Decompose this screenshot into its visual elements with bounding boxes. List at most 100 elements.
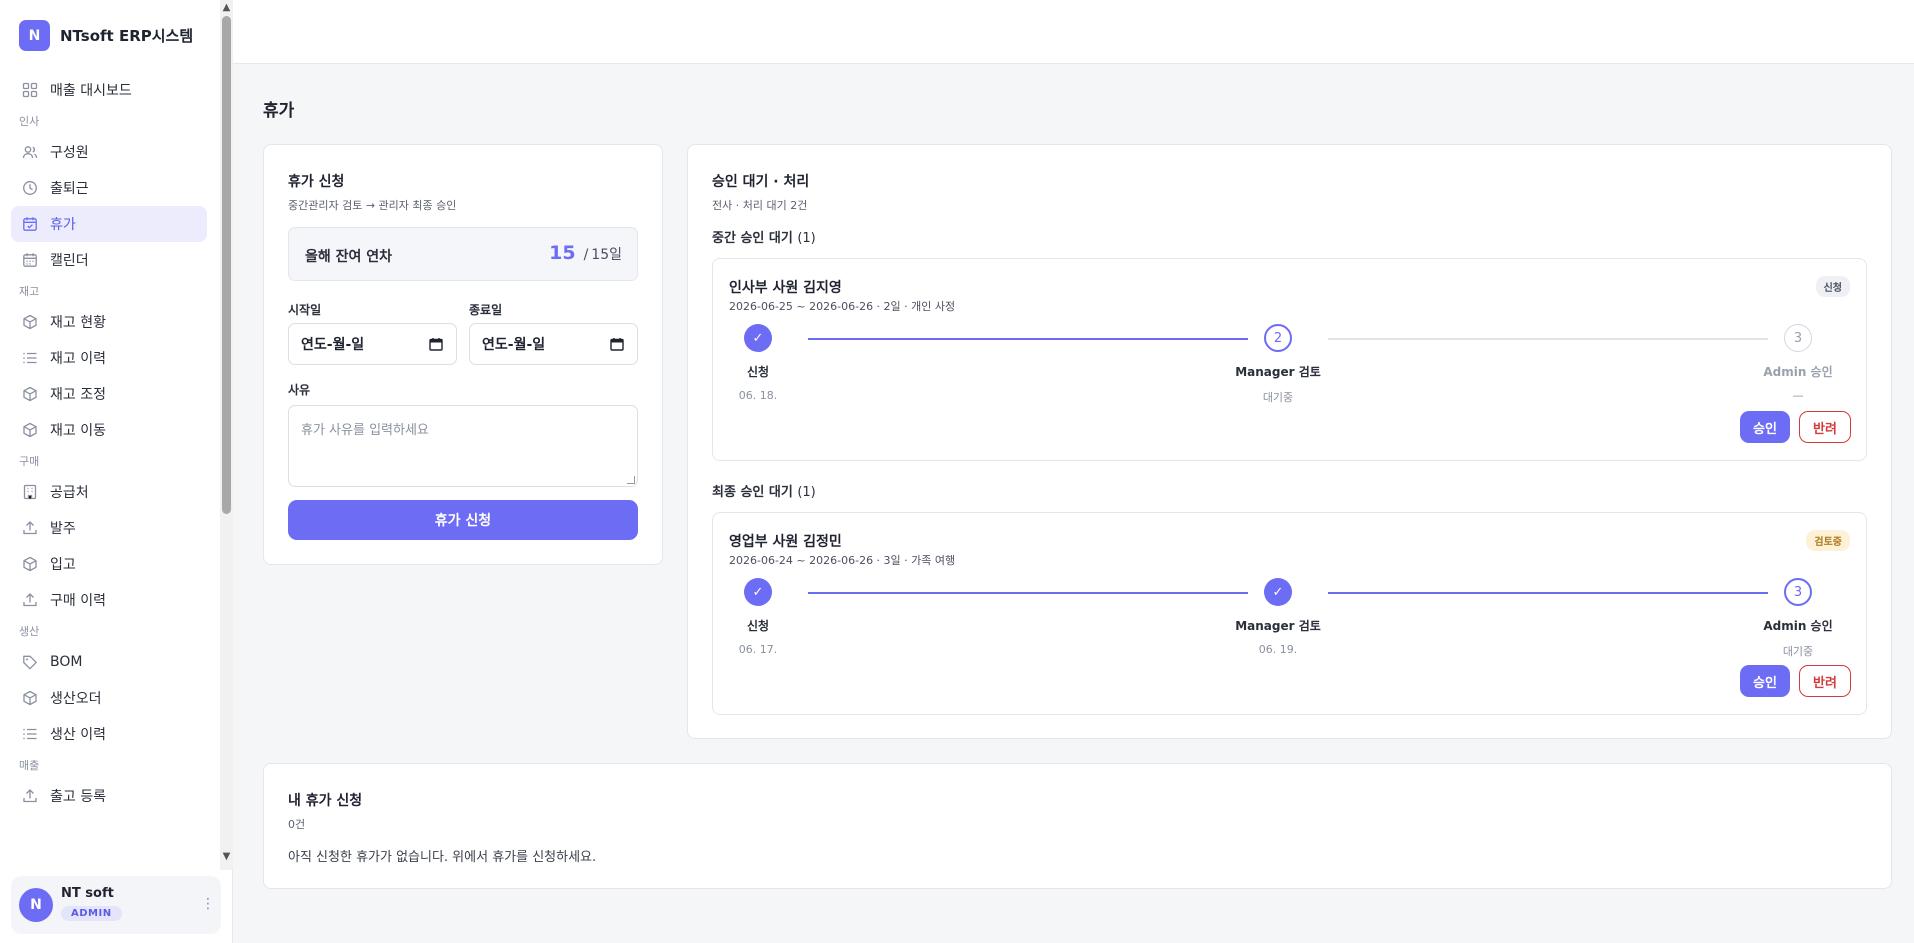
request-title: 영업부 사원 김정민 (729, 534, 842, 550)
approval-item: 영업부 사원 김정민 2026-06-24 ~ 2026-06-26 · 3일 ·… (712, 512, 1867, 715)
balance-number: 15 / 15일 (549, 242, 622, 264)
sidebar-item[interactable]: 구성원 (11, 134, 207, 170)
sidebar-item[interactable]: 생산 이력 (11, 716, 207, 752)
sidebar-item[interactable]: 공급처 (11, 474, 207, 510)
sidebar-item-label: BOM (50, 654, 83, 670)
calendar-check-icon (22, 216, 38, 232)
brand[interactable]: N NTsoft ERP시스템 (19, 20, 193, 51)
balance-label: 올해 잔여 연차 (305, 249, 393, 265)
leave-request-card: 휴가 신청 중간관리자 검토 → 관리자 최종 승인 올해 잔여 연차 15 /… (263, 144, 663, 565)
sidebar-item-label: 휴가 (50, 217, 76, 233)
approve-button[interactable]: 승인 (1740, 665, 1790, 697)
mid-approval-label: 중간 승인 대기 (712, 231, 793, 246)
empty-state-text: 아직 신청한 휴가가 없습니다. 위에서 휴가를 신청하세요. (288, 850, 597, 865)
request-title: 인사부 사원 김지영 (729, 280, 842, 296)
more-vertical-icon[interactable]: ⋮ (201, 896, 215, 912)
sidebar-item[interactable]: 구매 이력 (11, 582, 207, 618)
box-icon (22, 386, 38, 402)
reject-button[interactable]: 반려 (1799, 665, 1851, 697)
sidebar-item-label: 재고 이동 (50, 423, 106, 439)
user-name: NT soft (61, 886, 114, 901)
sidebar-section-label: 인사 (19, 115, 40, 128)
end-date-value: 연도-월-일 (482, 337, 546, 353)
calendar-picker-icon[interactable] (610, 337, 624, 351)
step-date: 대기중 (1782, 645, 1814, 658)
sidebar-scrollbar-thumb[interactable] (222, 16, 231, 514)
approval-card: 승인 대기 · 처리 전사 · 처리 대기 2건 중간 승인 대기 (1) 인사… (687, 144, 1892, 739)
sidebar-section-label: 생산 (19, 625, 40, 638)
sidebar-item[interactable]: 생산오더 (11, 680, 207, 716)
start-date-value: 연도-월-일 (301, 337, 365, 353)
sidebar-item[interactable]: 입고 (11, 546, 207, 582)
sidebar-item-label: 생산오더 (50, 691, 102, 707)
users-icon (22, 144, 38, 160)
sidebar-item[interactable]: 출고 등록 (11, 778, 207, 814)
end-date-label: 종료일 (469, 303, 503, 317)
reason-label: 사유 (288, 383, 311, 397)
sidebar-item-label: 생산 이력 (50, 727, 106, 743)
sidebar-item[interactable]: 재고 현황 (11, 304, 207, 340)
sidebar-item[interactable]: 휴가 (11, 206, 207, 242)
upload-icon (22, 788, 38, 804)
box-icon (22, 556, 38, 572)
upload-icon (22, 520, 38, 536)
sidebar-item[interactable]: 캘린더 (11, 242, 207, 278)
approval-item: 인사부 사원 김지영 2026-06-25 ~ 2026-06-26 · 2일 ·… (712, 258, 1867, 461)
step-name: 신청 (746, 619, 770, 633)
end-date-input[interactable]: 연도-월-일 (469, 323, 638, 365)
reject-button[interactable]: 반려 (1799, 411, 1851, 443)
user-role-badge: ADMIN (61, 906, 122, 921)
leave-request-subtitle: 중간관리자 검토 → 관리자 최종 승인 (288, 199, 457, 212)
sidebar-scroll-area: N NTsoft ERP시스템 매출 대시보드 인사 구성원 출퇴근 휴가 캘린더 재고 재고… (0, 0, 220, 870)
approval-step: 3 Admin 승인 대기중 (1738, 578, 1858, 659)
approval-subtitle: 전사 · 처리 대기 2건 (712, 199, 808, 212)
progress-connector (808, 338, 1248, 340)
sidebar-section-label: 매출 (19, 759, 40, 772)
step-date: 대기중 (1262, 391, 1294, 404)
step-date: — (1792, 389, 1804, 402)
balance-separator: / (583, 247, 589, 263)
top-bar (233, 0, 1914, 64)
request-detail: 2026-06-24 ~ 2026-06-26 · 3일 · 가족 여행 (729, 554, 956, 567)
calendar-icon (22, 252, 38, 268)
box-icon (22, 314, 38, 330)
scroll-down-arrow-icon[interactable]: ▼ (221, 851, 232, 862)
sidebar-item[interactable]: BOM (11, 644, 207, 680)
sidebar-item-label: 출고 등록 (50, 789, 106, 805)
progress-connector (1328, 592, 1768, 594)
leave-balance: 올해 잔여 연차 15 / 15일 (288, 227, 638, 281)
step-name: Manager 검토 (1235, 365, 1321, 379)
step-number: 3 (1784, 578, 1812, 606)
balance-remaining: 15 (549, 242, 576, 264)
sidebar-item[interactable]: 재고 이력 (11, 340, 207, 376)
sidebar-item-label: 재고 이력 (50, 351, 106, 367)
step-date: 06. 18. (738, 389, 778, 402)
sidebar-item-label: 재고 조정 (50, 387, 106, 403)
approval-step: 3 Admin 승인 — (1738, 324, 1858, 402)
status-badge: 신청 (1815, 276, 1850, 297)
user-profile[interactable]: N NT soft ADMIN ⋮ (11, 876, 221, 934)
start-date-label: 시작일 (288, 303, 322, 317)
calendar-picker-icon[interactable] (429, 337, 443, 351)
brand-name: NTsoft ERP시스템 (60, 27, 194, 45)
step-date: 06. 17. (738, 643, 778, 656)
my-leave-title: 내 휴가 신청 (288, 793, 363, 809)
step-name: Admin 승인 (1763, 365, 1833, 379)
resize-handle-icon[interactable] (627, 476, 635, 484)
submit-leave-button[interactable]: 휴가 신청 (288, 500, 638, 540)
final-approval-section-label: 최종 승인 대기 (1) (712, 481, 816, 500)
sidebar-item[interactable]: 재고 조정 (11, 376, 207, 412)
sidebar-item[interactable]: 재고 이동 (11, 412, 207, 448)
sidebar-item[interactable]: 출퇴근 (11, 170, 207, 206)
sidebar-item-label: 캘린더 (50, 253, 89, 269)
approval-step: ✓ Manager 검토 06. 19. (1218, 578, 1338, 656)
sidebar-item[interactable]: 매출 대시보드 (11, 72, 207, 108)
scroll-up-arrow-icon[interactable]: ▲ (221, 2, 232, 13)
approval-title: 승인 대기 · 처리 (712, 174, 810, 190)
start-date-input[interactable]: 연도-월-일 (288, 323, 457, 365)
final-approval-label: 최종 승인 대기 (712, 485, 793, 500)
reason-textarea[interactable]: 휴가 사유를 입력하세요 (288, 405, 638, 487)
approve-button[interactable]: 승인 (1740, 411, 1790, 443)
sidebar-item[interactable]: 발주 (11, 510, 207, 546)
mid-approval-section-label: 중간 승인 대기 (1) (712, 227, 816, 246)
